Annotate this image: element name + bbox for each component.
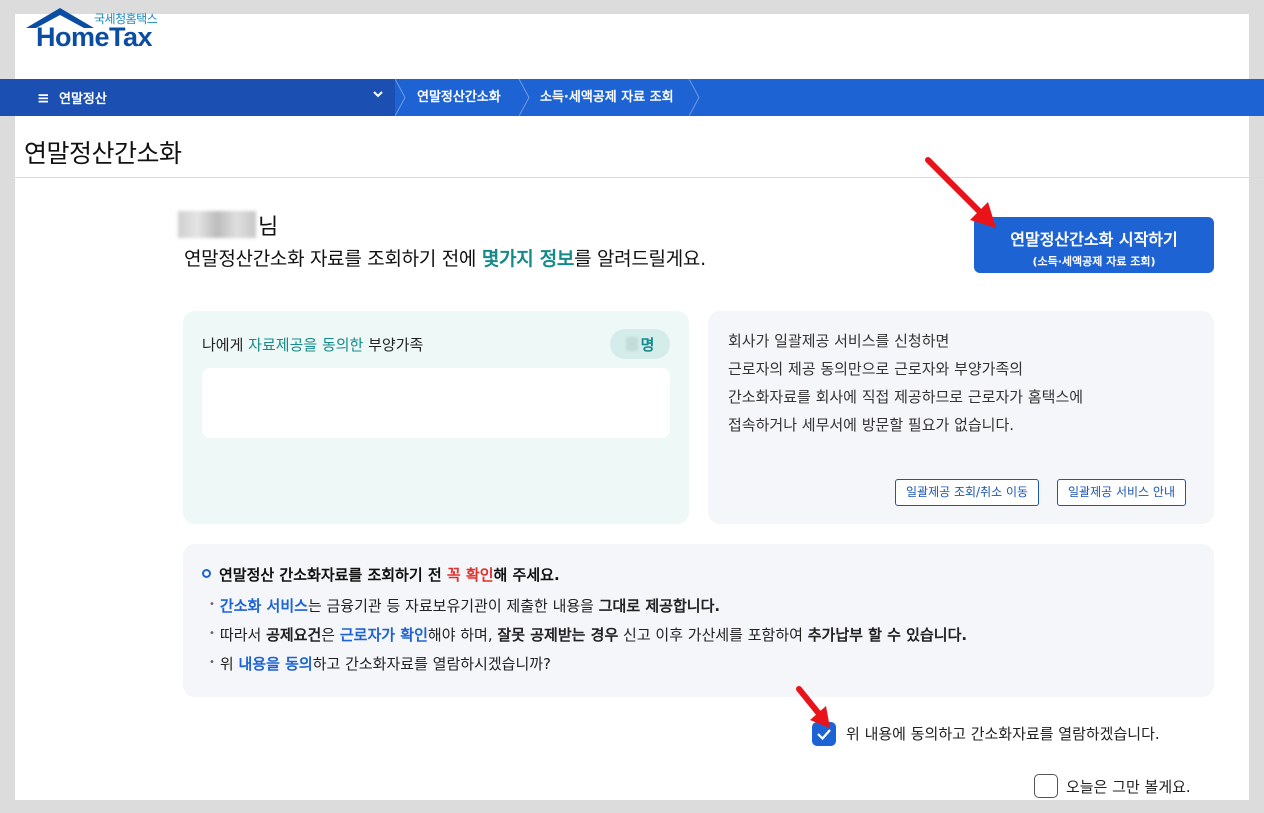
menu-icon: ≡ bbox=[37, 88, 50, 107]
notice-head-emphasis: 꼭 확인 bbox=[446, 566, 494, 584]
start-button-subtitle: (소득·세액공제 자료 조회) bbox=[1032, 255, 1156, 268]
dependents-list bbox=[202, 368, 670, 438]
notice-text: 위 bbox=[219, 655, 239, 673]
bulk-text-line: 근로자의 제공 동의만으로 근로자와 부양가족의 bbox=[728, 360, 1024, 378]
user-suffix: 님 bbox=[258, 215, 279, 240]
bulk-provide-card: 회사가 일괄제공 서비스를 신청하면 근로자의 제공 동의만으로 근로자와 부양… bbox=[708, 311, 1214, 524]
skip-today-label[interactable]: 오늘은 그만 볼게요. bbox=[1066, 776, 1191, 797]
agree-label[interactable]: 위 내용에 동의하고 간소화자료를 열람하겠습니다. bbox=[846, 723, 1160, 744]
bulk-text-line: 회사가 일괄제공 서비스를 신청하면 bbox=[728, 332, 950, 350]
chevron-down-icon bbox=[372, 88, 384, 104]
notice-emphasis: 내용을 동의 bbox=[238, 655, 313, 673]
start-button-title: 연말정산간소화 시작하기 bbox=[1010, 230, 1178, 249]
top-nav-bar: ≡ 연말정산 연말정산간소화 소득·세액공제 자료 조회 bbox=[0, 79, 1264, 116]
annotation-arrow-icon bbox=[796, 686, 830, 728]
skip-today-checkbox[interactable] bbox=[1034, 774, 1058, 798]
notice-emphasis: 간소화 서비스 bbox=[219, 597, 308, 615]
bulk-text-line: 접속하거나 세무서에 방문할 필요가 없습니다. bbox=[728, 416, 1015, 434]
dependents-card: 나에게 자료제공을 동의한 부양가족 명 bbox=[183, 311, 689, 524]
notice-emphasis: 근로자가 확인 bbox=[339, 626, 428, 644]
logo-english: HomeTax bbox=[36, 22, 153, 52]
nav-menu-title: 연말정산 bbox=[59, 92, 107, 107]
count-unit: 명 bbox=[640, 335, 655, 354]
notice-line: • 간소화 서비스는 금융기관 등 자료보유기관이 제출한 내용을 그대로 제공합… bbox=[209, 597, 721, 615]
intro-text: 연말정산간소화 자료를 조회하기 전에 몇가지 정보를 알려드릴게요. bbox=[184, 244, 706, 271]
notice-head-prefix: 연말정산 간소화자료를 조회하기 전 bbox=[219, 566, 447, 584]
breadcrumb-item[interactable]: 소득·세액공제 자료 조회 bbox=[540, 79, 674, 116]
bulk-text-line: 간소화자료를 회사에 직접 제공하므로 근로자가 홈택스에 bbox=[728, 388, 1084, 406]
dependents-label: 나에게 자료제공을 동의한 부양가족 bbox=[202, 334, 423, 355]
user-name-redacted bbox=[178, 211, 256, 238]
page-title: 연말정산간소화 bbox=[24, 139, 182, 168]
notice-head-suffix: 해 주세요. bbox=[493, 566, 560, 584]
dependents-label-prefix: 나에게 bbox=[202, 336, 249, 354]
bulk-inquiry-cancel-button[interactable]: 일괄제공 조회/취소 이동 bbox=[895, 479, 1040, 506]
circle-bullet-icon bbox=[202, 569, 211, 578]
breadcrumb-separator-icon bbox=[395, 79, 406, 116]
notice-bold: 그대로 제공합니다. bbox=[598, 597, 721, 615]
notice-heading: 연말정산 간소화자료를 조회하기 전 꼭 확인해 주세요. bbox=[219, 564, 560, 585]
dependents-count-badge: 명 bbox=[610, 329, 670, 359]
notice-bold: 공제요건 bbox=[266, 626, 322, 644]
notice-text: 해야 하며, bbox=[427, 626, 498, 644]
nav-menu-dropdown[interactable]: ≡ 연말정산 bbox=[0, 79, 395, 116]
bulk-service-guide-button[interactable]: 일괄제공 서비스 안내 bbox=[1057, 479, 1186, 506]
notice-box: 연말정산 간소화자료를 조회하기 전 꼭 확인해 주세요. • 간소화 서비스는 … bbox=[183, 544, 1214, 697]
notice-text: 따라서 bbox=[219, 626, 267, 644]
notice-bold: 추가납부 할 수 있습니다. bbox=[807, 626, 968, 644]
notice-text: 는 금융기관 등 자료보유기관이 제출한 내용을 bbox=[307, 597, 599, 615]
dependents-label-suffix: 부양가족 bbox=[363, 336, 424, 354]
notice-bold: 잘못 공제받는 경우 bbox=[497, 626, 619, 644]
breadcrumb-item[interactable]: 연말정산간소화 bbox=[417, 79, 501, 116]
notice-text: 은 bbox=[321, 626, 340, 644]
intro-prefix: 연말정산간소화 자료를 조회하기 전에 bbox=[184, 248, 482, 270]
dependents-label-highlight: 자료제공을 동의한 bbox=[248, 336, 364, 354]
breadcrumb-separator-icon bbox=[689, 79, 700, 116]
count-redacted bbox=[625, 337, 638, 351]
hometax-logo[interactable]: 국세청홈택스 HomeTax bbox=[22, 6, 172, 54]
intro-suffix: 를 알려드릴게요. bbox=[574, 248, 706, 270]
notice-line: • 위 내용을 동의하고 간소화자료를 열람하시겠습니까? bbox=[209, 655, 552, 673]
breadcrumb-separator-icon bbox=[519, 79, 530, 116]
notice-line: • 따라서 공제요건은 근로자가 확인해야 하며, 잘못 공제받는 경우 신고 이… bbox=[209, 626, 968, 644]
divider bbox=[15, 177, 1264, 178]
annotation-arrow-icon bbox=[925, 157, 996, 228]
intro-highlight: 몇가지 정보 bbox=[481, 248, 575, 270]
notice-text: 신고 이후 가산세를 포함하여 bbox=[618, 626, 808, 644]
notice-text: 하고 간소화자료를 열람하시겠습니까? bbox=[312, 655, 552, 673]
start-simplified-service-button[interactable]: 연말정산간소화 시작하기 (소득·세액공제 자료 조회) bbox=[974, 217, 1214, 273]
